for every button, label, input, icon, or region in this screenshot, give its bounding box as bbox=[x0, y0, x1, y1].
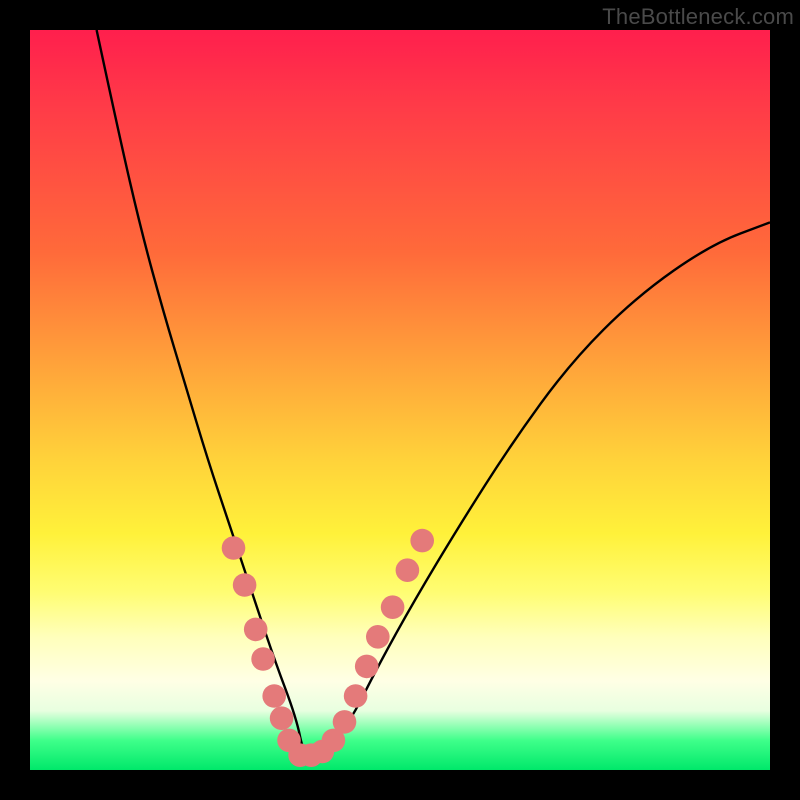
chart-frame: TheBottleneck.com bbox=[0, 0, 800, 800]
highlight-dots bbox=[222, 529, 434, 767]
plot-area bbox=[30, 30, 770, 770]
highlight-dot bbox=[270, 706, 294, 730]
bottleneck-curve-svg bbox=[30, 30, 770, 770]
highlight-dot bbox=[410, 529, 434, 553]
highlight-dot bbox=[233, 573, 257, 597]
highlight-dot bbox=[262, 684, 286, 708]
highlight-dot bbox=[396, 558, 420, 582]
highlight-dot bbox=[344, 684, 368, 708]
highlight-dot bbox=[381, 595, 405, 619]
bottleneck-curve bbox=[97, 30, 770, 755]
highlight-dot bbox=[244, 618, 268, 642]
highlight-dot bbox=[251, 647, 275, 671]
highlight-dot bbox=[333, 710, 357, 734]
watermark-text: TheBottleneck.com bbox=[602, 4, 794, 30]
highlight-dot bbox=[222, 536, 246, 560]
highlight-dot bbox=[366, 625, 390, 649]
highlight-dot bbox=[355, 655, 379, 679]
